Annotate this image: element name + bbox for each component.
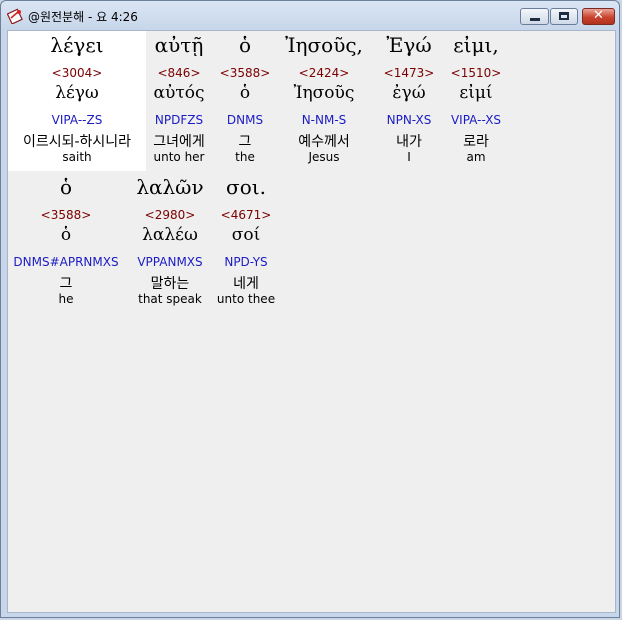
strong-number[interactable]: <3588> bbox=[8, 208, 124, 222]
strong-number[interactable]: <4671> bbox=[213, 208, 279, 222]
morphology-code[interactable]: NPD-YS bbox=[213, 255, 279, 269]
english-gloss: am bbox=[466, 150, 486, 164]
morphology-code[interactable]: NPN-XS bbox=[377, 113, 441, 127]
korean-gloss: 그 bbox=[59, 276, 73, 292]
word-block[interactable]: Ἰησοῦς, <2424> Ἰησοῦς N-NM-S 예수께서 Jesus bbox=[274, 31, 374, 171]
greek-word: Ἐγώ bbox=[386, 33, 432, 57]
window-title: @원전분해 - 요 4:26 bbox=[28, 10, 138, 24]
korean-gloss: 네게 bbox=[233, 276, 259, 292]
morphology-code[interactable]: DNMS#APRNMXS bbox=[8, 255, 124, 269]
morphology-code[interactable]: VPPANMXS bbox=[128, 255, 212, 269]
word-block[interactable]: ὁ <3588> ὁ DNMS#APRNMXS 그 he bbox=[8, 31, 124, 311]
english-gloss: I bbox=[407, 150, 411, 164]
close-button[interactable]: ✕ bbox=[582, 8, 615, 25]
minimize-icon bbox=[530, 18, 540, 21]
word-block[interactable]: Ἐγώ <1473> ἐγώ NPN-XS 내가 I bbox=[377, 31, 441, 171]
strong-number[interactable]: <1473> bbox=[377, 66, 441, 80]
english-gloss: that speak bbox=[138, 292, 202, 306]
lemma: Ἰησοῦς bbox=[293, 83, 355, 103]
app-window: @원전분해 - 요 4:26 ✕ λέγει <3004> λέγω VIPA-… bbox=[0, 0, 620, 618]
maximize-button[interactable] bbox=[550, 8, 578, 25]
strong-number[interactable]: <1510> bbox=[444, 66, 508, 80]
maximize-icon bbox=[559, 12, 569, 20]
english-gloss: unto thee bbox=[216, 292, 276, 306]
interlinear-panel[interactable]: λέγει <3004> λέγω VIPA--ZS 이르시되-하시니라 sai… bbox=[7, 30, 616, 613]
korean-gloss: 내가 bbox=[396, 134, 422, 150]
english-gloss: Jesus bbox=[308, 150, 340, 164]
greek-word: σοι. bbox=[226, 175, 266, 199]
close-icon: ✕ bbox=[593, 8, 604, 23]
lemma: εἰμί bbox=[459, 83, 493, 103]
greek-word: ὁ bbox=[59, 175, 73, 199]
word-block[interactable]: εἰμι, <1510> εἰμί VIPA--XS 로라 am bbox=[444, 31, 508, 171]
strong-number[interactable]: <2980> bbox=[128, 208, 212, 222]
morphology-code[interactable]: VIPA--XS bbox=[444, 113, 508, 127]
greek-word: λαλῶν bbox=[136, 175, 204, 199]
lemma: λαλέω bbox=[142, 225, 198, 245]
strong-number[interactable]: <2424> bbox=[274, 66, 374, 80]
word-block[interactable]: λαλῶν <2980> λαλέω VPPANMXS 말하는 that spe… bbox=[128, 31, 212, 311]
morphology-code[interactable]: N-NM-S bbox=[274, 113, 374, 127]
lemma: ἐγώ bbox=[392, 83, 426, 103]
word-block[interactable]: σοι. <4671> σοί NPD-YS 네게 unto thee bbox=[213, 31, 279, 311]
korean-gloss: 말하는 bbox=[150, 276, 190, 292]
minimize-button[interactable] bbox=[520, 8, 549, 25]
lemma: σοί bbox=[231, 225, 261, 245]
bible-app-icon bbox=[7, 8, 23, 24]
title-bar[interactable]: @원전분해 - 요 4:26 ✕ bbox=[1, 1, 621, 29]
greek-word: Ἰησοῦς, bbox=[285, 33, 363, 57]
greek-word: εἰμι, bbox=[453, 33, 499, 57]
english-gloss: he bbox=[58, 292, 74, 306]
korean-gloss: 예수께서 bbox=[298, 134, 350, 150]
korean-gloss: 로라 bbox=[463, 134, 489, 150]
lemma: ὁ bbox=[60, 225, 72, 245]
